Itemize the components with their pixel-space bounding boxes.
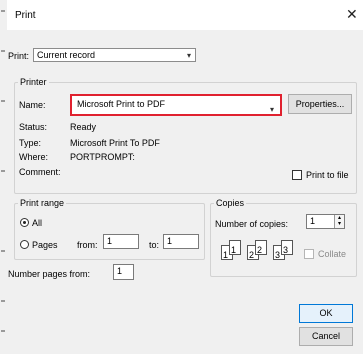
print-what-value: Current record bbox=[37, 50, 96, 60]
copies-value: 1 bbox=[310, 216, 316, 226]
print-to-file-checkbox[interactable] bbox=[292, 170, 302, 180]
close-icon[interactable]: ✕ bbox=[346, 7, 358, 21]
chevron-down-icon: ▾ bbox=[269, 105, 274, 114]
copies-input[interactable]: 1 ▴ ▾ bbox=[306, 214, 345, 229]
page-icon: 1 bbox=[229, 240, 241, 255]
collate-checkbox[interactable] bbox=[304, 249, 314, 259]
status-value: Ready bbox=[70, 122, 97, 132]
where-value: PORTPROMPT: bbox=[70, 152, 135, 162]
print-to-file-label: Print to file bbox=[306, 170, 349, 180]
print-range-group-label: Print range bbox=[18, 198, 67, 208]
edge-tick bbox=[1, 250, 5, 252]
status-label: Status: bbox=[19, 122, 48, 132]
number-pages-from-label: Number pages from: bbox=[8, 269, 91, 279]
to-label: to: bbox=[149, 240, 160, 250]
printer-name-label: Name: bbox=[19, 100, 46, 110]
to-input[interactable]: 1 bbox=[163, 234, 199, 249]
title-bar: Print ✕ bbox=[7, 0, 363, 30]
page-icon: 2 bbox=[255, 240, 267, 255]
edge-tick bbox=[1, 330, 5, 332]
from-label: from: bbox=[77, 240, 98, 250]
print-what-label: Print: bbox=[8, 51, 30, 61]
print-range-group bbox=[14, 203, 205, 260]
printer-name-select[interactable]: Microsoft Print to PDF ▾ bbox=[70, 94, 282, 116]
comment-label: Comment: bbox=[19, 167, 61, 177]
printer-name-value: Microsoft Print to PDF bbox=[77, 99, 166, 109]
print-pages-label: Pages bbox=[32, 240, 58, 250]
edge-tick bbox=[1, 50, 5, 52]
print-all-label: All bbox=[32, 218, 43, 228]
spinner-icon[interactable]: ▴ ▾ bbox=[334, 215, 344, 228]
edge-tick bbox=[1, 170, 5, 172]
copies-group-label: Copies bbox=[214, 198, 247, 208]
edge-tick bbox=[1, 300, 5, 302]
number-of-copies-label: Number of copies: bbox=[215, 219, 289, 229]
printer-group-label: Printer bbox=[18, 77, 49, 87]
print-all-radio[interactable] bbox=[20, 218, 29, 227]
edge-tick bbox=[1, 10, 5, 12]
print-dialog: Print ✕ Print: Current record ▾ Printer … bbox=[7, 0, 363, 354]
page-icon: 3 bbox=[281, 240, 293, 255]
collate-illustration: 1 1 2 2 3 3 bbox=[219, 238, 299, 264]
from-input[interactable]: 1 bbox=[103, 234, 139, 249]
print-what-select[interactable]: Current record ▾ bbox=[33, 48, 196, 62]
collate-label: Collate bbox=[318, 249, 347, 259]
dialog-title: Print bbox=[15, 10, 36, 21]
cancel-button[interactable]: Cancel bbox=[299, 327, 353, 346]
where-label: Where: bbox=[19, 152, 49, 162]
properties-button[interactable]: Properties... bbox=[288, 94, 352, 114]
ok-button[interactable]: OK bbox=[299, 304, 353, 323]
type-label: Type: bbox=[19, 138, 42, 148]
number-pages-from-input[interactable]: 1 bbox=[113, 264, 134, 280]
edge-tick bbox=[1, 100, 5, 102]
print-pages-radio[interactable] bbox=[20, 240, 29, 249]
type-value: Microsoft Print To PDF bbox=[70, 138, 160, 148]
chevron-down-icon: ▾ bbox=[186, 51, 191, 60]
